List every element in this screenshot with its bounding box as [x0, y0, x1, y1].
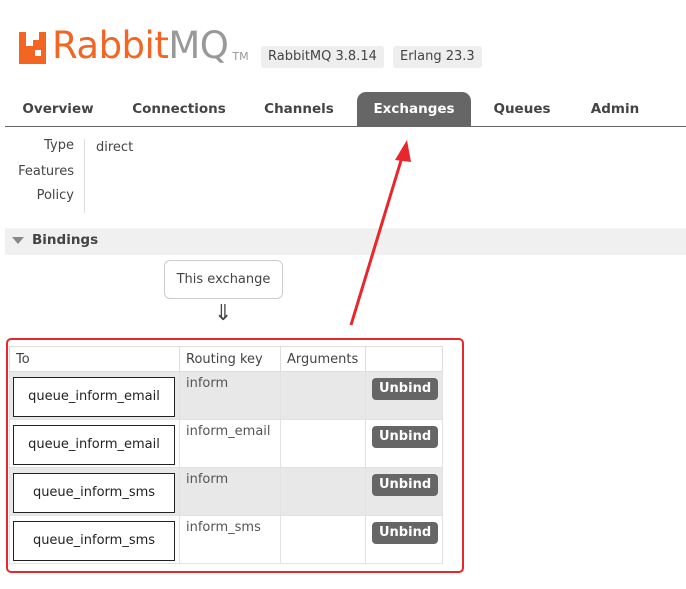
properties-divider	[84, 139, 85, 213]
tab-overview[interactable]: Overview	[12, 92, 104, 126]
type-label: Type	[44, 138, 74, 153]
trademark-text: TM	[232, 50, 249, 63]
tab-connections[interactable]: Connections	[120, 92, 238, 126]
features-label: Features	[18, 164, 74, 179]
policy-label: Policy	[36, 188, 74, 203]
double-down-arrow-icon: ⇓	[214, 301, 233, 326]
this-exchange-box: This exchange	[164, 260, 283, 299]
brand-mq-text: MQ	[168, 24, 229, 67]
tab-channels[interactable]: Channels	[253, 92, 345, 126]
tab-exchanges[interactable]: Exchanges	[357, 92, 471, 126]
rabbitmq-logo-icon	[19, 32, 46, 64]
bindings-section-title[interactable]: Bindings	[32, 232, 98, 248]
tab-admin[interactable]: Admin	[580, 92, 650, 126]
nav-divider	[5, 126, 686, 127]
exchange-properties-labels: Type Features Policy	[12, 138, 74, 218]
rabbitmq-logo[interactable]: Rabbit MQ TM	[18, 24, 249, 68]
annotation-highlight-box	[6, 338, 464, 573]
rabbitmq-version-badge: RabbitMQ 3.8.14	[261, 46, 384, 68]
type-value: direct	[96, 140, 134, 155]
erlang-version-badge: Erlang 23.3	[393, 46, 482, 68]
bindings-section-header[interactable]	[5, 228, 686, 255]
brand-rabbit-text: Rabbit	[52, 24, 169, 67]
main-nav: Overview Connections Channels Exchanges …	[0, 92, 686, 127]
collapse-triangle-icon[interactable]	[12, 237, 24, 244]
tab-queues[interactable]: Queues	[484, 92, 560, 126]
